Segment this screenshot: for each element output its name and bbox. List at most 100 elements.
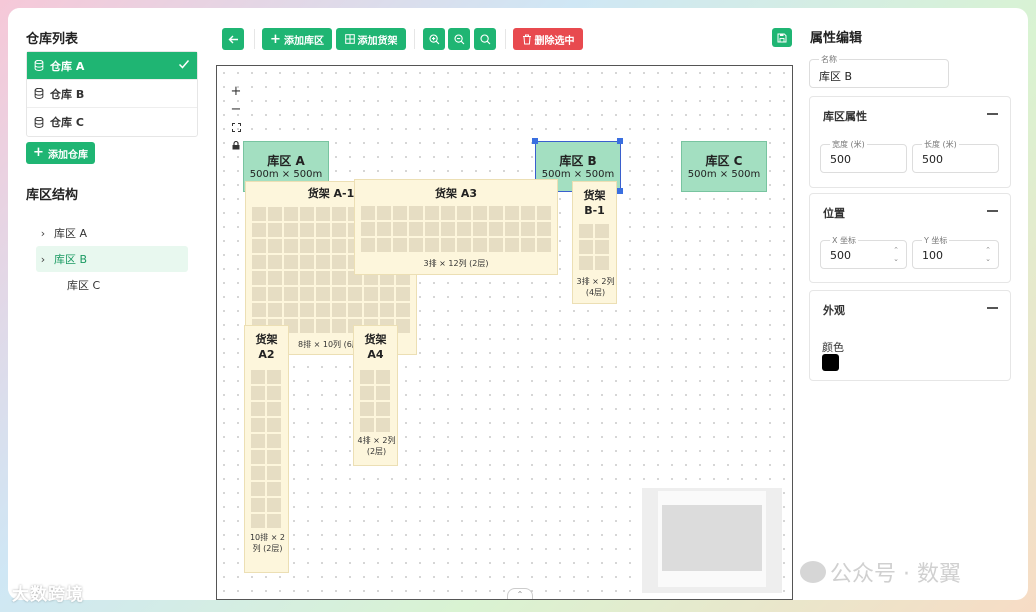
shelf-cell — [268, 223, 282, 237]
toolbar-divider — [414, 29, 415, 49]
plus-icon: + — [33, 145, 44, 160]
tree-item-zone-b[interactable]: › 库区 B — [36, 246, 188, 272]
spinner-icon[interactable]: ⌃ ⌄ — [893, 246, 899, 264]
shelf-cell — [441, 222, 455, 236]
x-coordinate-field[interactable]: X 坐标 500 ⌃ ⌄ — [820, 235, 907, 269]
shelf-cell — [376, 386, 390, 400]
appearance-card: 外观 颜色 — [809, 290, 1011, 381]
delete-selected-button[interactable]: 删除选中 — [513, 28, 583, 50]
length-field[interactable]: 长度 (米) 500 — [912, 139, 999, 173]
name-field-value: 库区 B — [819, 70, 853, 83]
zoom-in-control[interactable]: + — [229, 82, 243, 100]
shelf-cell — [489, 206, 503, 220]
shelf-cell — [409, 222, 423, 236]
shelf-cell — [595, 240, 609, 254]
shelf-cell — [364, 303, 378, 317]
shelf-cell — [316, 287, 330, 301]
shelf-cell — [332, 239, 346, 253]
shelf-cell — [300, 303, 314, 317]
warehouse-item-c[interactable]: 仓库 C — [27, 108, 197, 136]
fit-view-control[interactable] — [229, 118, 243, 136]
add-warehouse-button[interactable]: + 添加仓库 — [26, 142, 95, 164]
shelf-cell — [316, 303, 330, 317]
zoom-fit-button[interactable] — [474, 28, 496, 50]
tree-item-zone-a[interactable]: › 库区 A — [36, 220, 188, 246]
shelf-cells — [579, 224, 609, 270]
shelf-cell — [332, 287, 346, 301]
add-zone-button[interactable]: + 添加库区 — [262, 28, 332, 50]
warehouse-item-b[interactable]: 仓库 B — [27, 80, 197, 108]
shelf-cell — [284, 223, 298, 237]
shelf-dims: 10排 × 2列 (2层) — [249, 533, 286, 553]
shelf-cell — [251, 402, 265, 416]
shelf-a2[interactable]: 货架 A2 10排 × 2列 (2层) — [244, 325, 289, 573]
name-field[interactable]: 名称 库区 B — [809, 54, 949, 88]
shelf-b1[interactable]: 货架 B-1 3排 × 2列 (4层) — [572, 181, 617, 304]
warehouse-list: 仓库 A 仓库 B 仓库 C — [26, 51, 198, 137]
color-swatch[interactable] — [822, 354, 839, 371]
zoom-out-control[interactable]: − — [229, 100, 243, 118]
zone-c[interactable]: 库区 C 500m × 500m — [681, 141, 767, 192]
shelf-cell — [252, 287, 266, 301]
shelf-dims: 4排 × 2列 (2层) — [357, 436, 396, 456]
canvas-controls: + − — [229, 82, 243, 154]
warehouse-item-label: 仓库 A — [50, 59, 85, 73]
shelf-title: 货架 B-1 — [583, 189, 606, 217]
tree-item-label: 库区 C — [67, 279, 101, 292]
collapse-icon[interactable] — [987, 307, 998, 309]
shelf-cell — [579, 224, 593, 238]
zone-structure-title: 库区结构 — [26, 188, 79, 203]
resize-handle[interactable] — [617, 138, 623, 144]
shelf-cell — [284, 255, 298, 269]
shelf-cell — [267, 498, 281, 512]
spinner-icon[interactable]: ⌃ ⌄ — [985, 246, 991, 264]
zoom-out-button[interactable] — [448, 28, 470, 50]
warehouse-item-a[interactable]: 仓库 A — [27, 52, 197, 80]
collapse-toggle[interactable]: ⌃ — [507, 588, 533, 599]
y-coordinate-field[interactable]: Y 坐标 100 ⌃ ⌄ — [912, 235, 999, 269]
shelf-cell — [505, 222, 519, 236]
shelf-cell — [376, 402, 390, 416]
resize-handle[interactable] — [532, 138, 538, 144]
zoom-in-icon — [428, 33, 439, 44]
toolbar-divider — [505, 29, 506, 49]
shelf-cell — [284, 271, 298, 285]
shelf-cell — [332, 207, 346, 221]
lock-control[interactable] — [229, 136, 243, 154]
shelf-cell — [268, 303, 282, 317]
back-button[interactable] — [222, 28, 244, 50]
fit-view-icon — [231, 122, 241, 132]
editor-area: + 添加库区 添加货架 删除选中 + − 库区 A 500m × 500m 库区… — [213, 13, 795, 600]
add-shelf-button[interactable]: 添加货架 — [336, 28, 406, 50]
shelf-cell — [316, 239, 330, 253]
shelf-cell — [267, 418, 281, 432]
shelf-cell — [364, 287, 378, 301]
shelf-cell — [376, 370, 390, 384]
appearance-title: 外观 — [823, 304, 845, 317]
width-field[interactable]: 宽度 (米) 500 — [820, 139, 907, 173]
minimap-content — [662, 505, 762, 571]
collapse-icon[interactable] — [987, 113, 998, 115]
zoom-in-button[interactable] — [423, 28, 445, 50]
shelf-cell — [377, 238, 391, 252]
database-icon — [34, 88, 44, 99]
layout-canvas[interactable]: + − 库区 A 500m × 500m 库区 B 500m × 500m 库区… — [216, 65, 793, 600]
tree-item-zone-c[interactable]: 库区 C — [36, 272, 188, 298]
chevron-right-icon[interactable]: › — [36, 227, 50, 240]
save-icon — [777, 33, 787, 42]
collapse-icon[interactable] — [987, 210, 998, 212]
shelf-cell — [377, 222, 391, 236]
width-field-label: 宽度 (米) — [830, 139, 867, 150]
chevron-right-icon[interactable]: › — [36, 253, 50, 266]
resize-handle[interactable] — [617, 188, 623, 194]
shelf-cell — [267, 402, 281, 416]
minimap[interactable] — [642, 488, 782, 593]
shelf-cell — [380, 287, 394, 301]
save-button[interactable] — [772, 28, 792, 47]
shelf-cell — [252, 207, 266, 221]
shelf-a4[interactable]: 货架 A4 4排 × 2列 (2层) — [353, 325, 398, 466]
shelf-title: 货架 A2 — [255, 333, 278, 361]
shelf-cell — [595, 256, 609, 270]
shelf-a3[interactable]: 货架 A3 3排 × 12列 (2层) — [354, 179, 558, 275]
shelf-cell — [595, 224, 609, 238]
